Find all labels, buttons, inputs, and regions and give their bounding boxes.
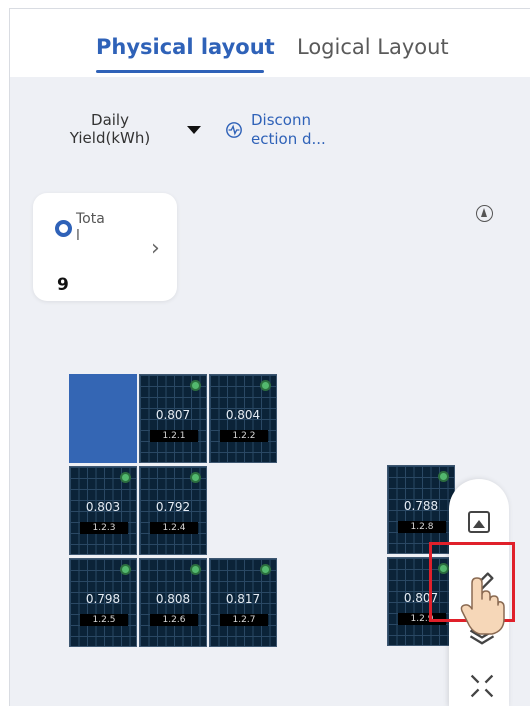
online-status-icon [120, 564, 131, 575]
tab-bar: Physical layout Logical Layout [10, 9, 530, 77]
panel-1-2-2[interactable]: 0.804 1.2.2 [209, 374, 277, 463]
panel-yield: 0.807 [155, 408, 191, 422]
online-status-icon [260, 564, 271, 575]
tab-physical-layout[interactable]: Physical layout [96, 35, 275, 59]
panel-1-2-6[interactable]: 0.808 1.2.6 [139, 558, 207, 647]
panel-yield: 0.808 [155, 592, 191, 606]
collapse-icon[interactable] [467, 671, 497, 701]
hand-pointer-icon [460, 577, 505, 635]
disconnection-label-line1: Disconn [251, 111, 311, 129]
panel-yield: 0.792 [155, 500, 191, 514]
panel-1-2-4[interactable]: 0.792 1.2.4 [139, 466, 207, 555]
panel-yield: 0.803 [85, 500, 121, 514]
online-status-icon [120, 472, 131, 483]
layout-screen: Physical layout Logical Layout Daily Yie… [9, 8, 530, 706]
panel-id: 1.2.5 [80, 614, 128, 626]
summary-card-label: Tota l [76, 211, 116, 245]
summary-label-line2: l [76, 228, 80, 244]
online-status-icon [190, 472, 201, 483]
heartbeat-circle-icon[interactable] [225, 121, 243, 139]
summary-card-value: 9 [57, 275, 69, 295]
metric-label-line1: Daily [91, 111, 129, 129]
tab-logical-layout[interactable]: Logical Layout [297, 35, 449, 59]
panel-yield: 0.798 [85, 592, 121, 606]
panel-yield: 0.817 [225, 592, 261, 606]
panel-1-2-7[interactable]: 0.817 1.2.7 [209, 558, 277, 647]
online-status-icon [260, 380, 271, 391]
online-status-icon [190, 380, 201, 391]
panel-selected[interactable] [69, 374, 137, 463]
panel-yield: 0.788 [403, 499, 439, 513]
active-tab-indicator [96, 70, 264, 73]
dropdown-caret-icon[interactable] [187, 126, 201, 134]
panel-id: 1.2.4 [150, 522, 198, 534]
panel-id: 1.2.1 [150, 430, 198, 442]
online-status-icon [190, 564, 201, 575]
panel-1-2-3[interactable]: 0.803 1.2.3 [69, 466, 137, 555]
panel-1-2-5[interactable]: 0.798 1.2.5 [69, 558, 137, 647]
panel-1-2-1[interactable]: 0.807 1.2.1 [139, 374, 207, 463]
metric-label-line2: Yield(kWh) [69, 129, 151, 147]
panel-id: 1.2.8 [398, 521, 446, 533]
panel-id: 1.2.6 [150, 614, 198, 626]
panel-id: 1.2.3 [80, 522, 128, 534]
compass-icon[interactable] [476, 205, 493, 222]
image-icon[interactable] [468, 511, 490, 533]
total-status-icon [55, 220, 72, 237]
panel-1-2-8[interactable]: 0.788 1.2.8 [387, 465, 455, 554]
summary-card[interactable]: Tota l › 9 [33, 193, 177, 301]
online-status-icon [438, 471, 449, 482]
panel-yield: 0.804 [225, 408, 261, 422]
panel-id: 1.2.2 [220, 430, 268, 442]
metric-selector[interactable]: Daily Yield(kWh) [60, 111, 160, 147]
chevron-right-icon[interactable]: › [151, 236, 160, 261]
panel-id: 1.2.7 [220, 614, 268, 626]
disconnection-label-line2: ection d... [251, 130, 326, 148]
disconnection-filter[interactable]: Disconn ection d... [251, 111, 326, 149]
summary-label-line1: Tota [76, 211, 105, 227]
